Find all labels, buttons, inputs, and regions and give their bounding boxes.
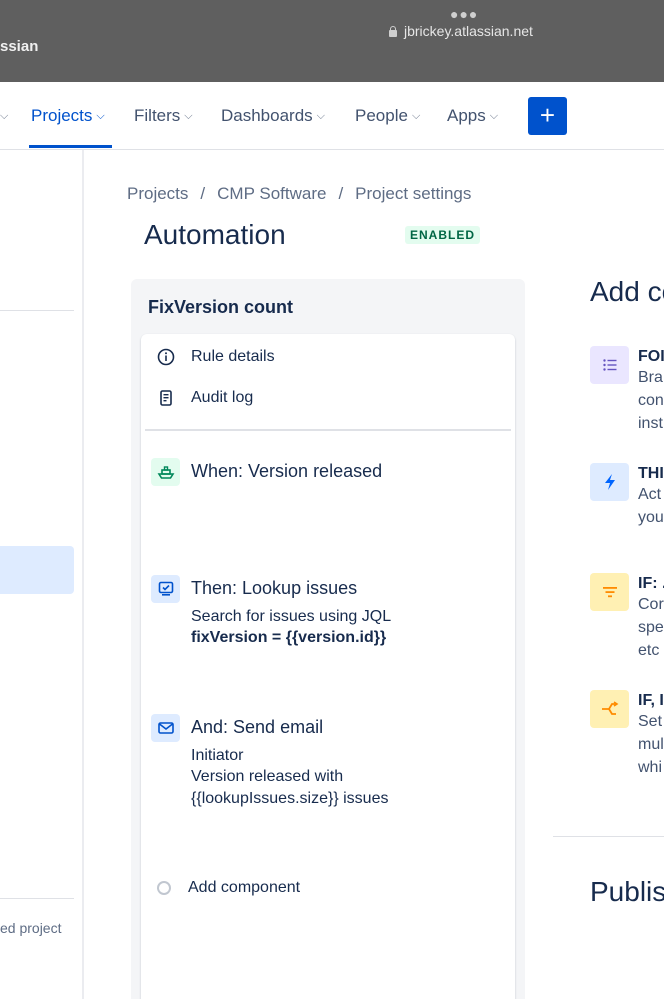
sidebar-footer-text[interactable]: ed project — [0, 920, 61, 936]
component-branch[interactable]: FOI Bra con inst — [590, 346, 664, 446]
lookup-step-title: Then: Lookup issues — [191, 578, 358, 598]
add-circle-icon — [157, 881, 171, 895]
component-title: THI — [638, 465, 664, 482]
audit-log-link[interactable]: Audit log — [157, 389, 253, 407]
breadcrumb: Projects / CMP Software / Project settin… — [127, 184, 471, 204]
rule-panel: FixVersion count Rule details Audit log … — [131, 279, 525, 999]
address-bar[interactable]: jbrickey.atlassian.net — [388, 23, 533, 39]
nav-filters[interactable]: Filters ⌵ — [134, 106, 193, 126]
sidebar-divider — [0, 898, 74, 899]
breadcrumb-project-settings[interactable]: Project settings — [355, 184, 471, 204]
component-action[interactable]: THI Act you — [590, 463, 664, 563]
lookup-step-jql: fixVersion = {{version.id}} — [191, 629, 387, 646]
right-panel-divider — [553, 836, 664, 837]
component-desc: con — [638, 392, 664, 409]
trigger-step-title: When: Version released — [191, 461, 383, 481]
page-title: Automation — [144, 219, 286, 250]
site-name-fragment: ssian — [0, 38, 39, 55]
component-title: FOI — [638, 348, 664, 365]
rule-name[interactable]: FixVersion count — [148, 297, 293, 318]
add-component-button[interactable]: Add component — [157, 879, 300, 897]
list-icon — [590, 346, 629, 384]
component-desc: etc — [638, 642, 660, 659]
sidebar-item-selected[interactable] — [0, 546, 74, 594]
nav-apps[interactable]: Apps ⌵ — [447, 106, 498, 126]
more-dots-icon[interactable]: ●●● — [450, 6, 478, 22]
email-step-title: And: Send email — [191, 717, 324, 737]
publish-heading: Publis — [590, 876, 664, 907]
rule-details-label: Rule details — [191, 348, 275, 365]
email-step-line: Version released with — [191, 768, 344, 785]
component-if-else[interactable]: IF, I Set mul whi — [590, 690, 664, 790]
chevron-down-icon[interactable]: ⌵ — [0, 110, 8, 123]
document-icon — [157, 389, 175, 407]
chevron-down-icon: ⌵ — [316, 109, 326, 122]
component-title: IF: . — [638, 575, 664, 592]
email-step-line: {{lookupIssues.size}} issues — [191, 790, 389, 807]
active-nav-indicator — [29, 145, 112, 148]
component-desc: whi — [638, 759, 663, 776]
rule-card-divider — [145, 429, 511, 431]
mail-icon — [151, 714, 180, 742]
component-condition[interactable]: IF: . Cor spe etc — [590, 573, 664, 673]
lock-icon — [388, 25, 398, 37]
ship-icon — [151, 458, 180, 486]
nav-people-label: People — [355, 106, 408, 125]
url-text: jbrickey.atlassian.net — [404, 23, 533, 39]
component-desc: spe — [638, 619, 664, 636]
filter-icon — [590, 573, 629, 611]
breadcrumb-cmp-software[interactable]: CMP Software — [217, 184, 326, 204]
nav-people[interactable]: People ⌵ — [355, 106, 420, 126]
breadcrumb-separator: / — [200, 184, 206, 203]
lookup-icon — [151, 575, 180, 603]
add-component-heading: Add co — [590, 276, 664, 307]
lookup-issues-step[interactable]: Then: Lookup issues Search for issues us… — [151, 575, 511, 655]
component-desc: you — [638, 509, 664, 526]
status-badge: ENABLED — [405, 226, 481, 244]
email-step-line: Initiator — [191, 747, 244, 764]
nav-filters-label: Filters — [134, 106, 181, 125]
trigger-step[interactable]: When: Version released — [151, 458, 511, 518]
browser-chrome: ●●● ssian jbrickey.atlassian.net — [0, 0, 664, 82]
component-desc: Set — [638, 713, 663, 730]
project-sidebar: ed project — [0, 150, 84, 999]
component-desc: Bra — [638, 369, 663, 386]
nav-projects[interactable]: Projects ⌵ — [31, 106, 105, 126]
chevron-down-icon: ⌵ — [184, 109, 193, 122]
component-desc: Cor — [638, 596, 664, 613]
breadcrumb-projects[interactable]: Projects — [127, 184, 188, 204]
rule-card: Rule details Audit log When: Version rel… — [141, 334, 515, 999]
chevron-down-icon: ⌵ — [411, 109, 421, 122]
component-desc: Act — [638, 486, 662, 503]
nav-apps-label: Apps — [447, 106, 486, 125]
lightning-icon — [590, 463, 629, 501]
lookup-step-description: Search for issues using JQL — [191, 608, 392, 625]
nav-dashboards[interactable]: Dashboards ⌵ — [221, 106, 325, 126]
top-navigation: ⌵ Projects ⌵ Filters ⌵ Dashboards ⌵ Peop… — [0, 82, 664, 150]
component-desc: inst — [638, 415, 663, 432]
chevron-down-icon: ⌵ — [489, 109, 499, 122]
add-component-label: Add component — [188, 879, 301, 896]
nav-projects-label: Projects — [31, 106, 93, 125]
component-desc: mul — [638, 736, 664, 753]
send-email-step[interactable]: And: Send email Initiator Version releas… — [151, 714, 511, 814]
sidebar-divider — [0, 310, 74, 311]
branch-icon — [590, 690, 629, 728]
breadcrumb-separator: / — [338, 184, 344, 203]
create-button[interactable]: + — [528, 97, 567, 135]
info-icon — [157, 348, 175, 366]
audit-log-label: Audit log — [191, 389, 254, 406]
rule-details-link[interactable]: Rule details — [157, 348, 275, 366]
chevron-down-icon: ⌵ — [96, 109, 105, 122]
component-title: IF, I — [638, 692, 664, 709]
nav-dashboards-label: Dashboards — [221, 106, 313, 125]
